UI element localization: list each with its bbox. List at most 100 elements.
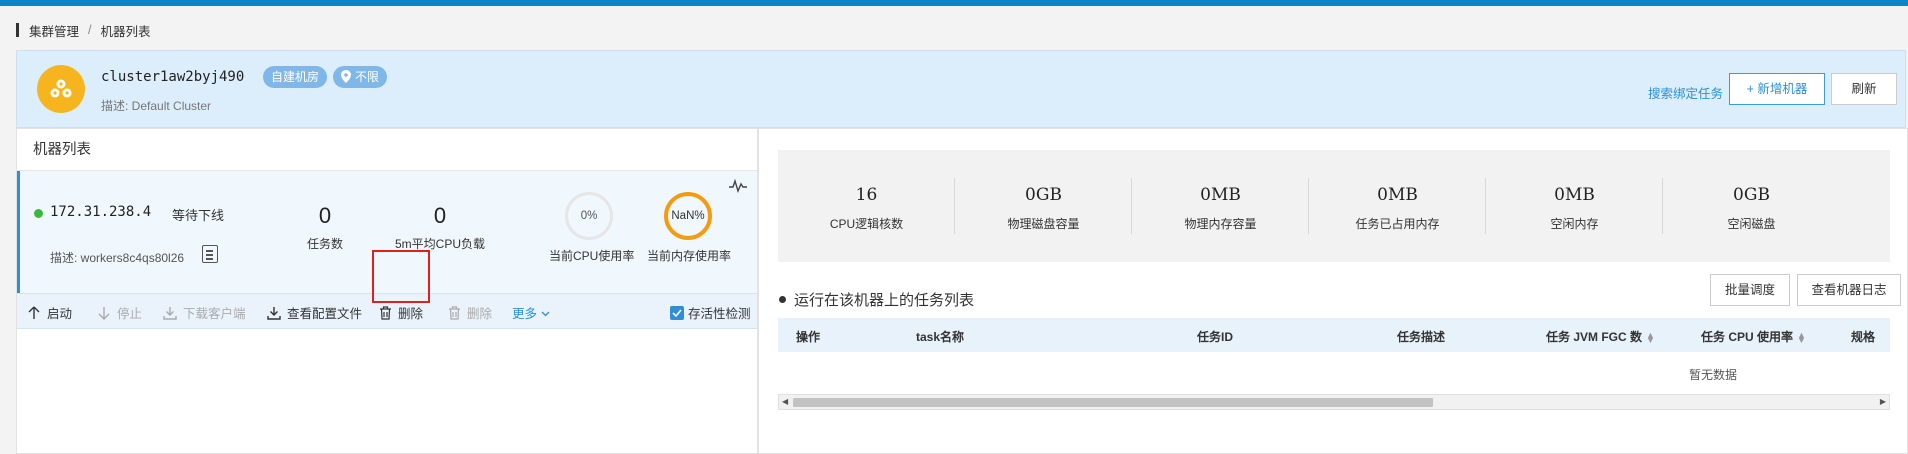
cpu-usage-value: 0% [580,210,598,222]
cluster-description: 描述: Default Cluster [101,99,212,113]
col-task-id: 任务ID [1197,330,1234,344]
add-machine-button[interactable]: + 新增机器 [1729,73,1825,105]
memory-usage-stat: 当前内存使用率 [646,247,732,264]
chevron-down-icon [541,306,550,320]
top-bar [0,0,1908,6]
horizontal-scrollbar[interactable]: ◀ ▶ [778,394,1890,410]
liveness-check-toggle[interactable]: 存活性检测 [670,303,751,322]
stop-button[interactable]: 停止 [97,303,142,322]
view-config-label: 查看配置文件 [287,307,363,321]
download-icon [163,306,177,320]
sort-icon: ▲ ▼ [1797,329,1806,345]
summary-cpu-cores-value: 16 [855,185,878,205]
cpu-usage-stat: 当前CPU使用率 [549,247,635,264]
view-config-button[interactable]: 查看配置文件 [267,303,362,322]
memory-usage-gauge: NaN% [664,192,712,240]
summary-disk-capacity-label: 物理磁盘容量 [1007,217,1080,231]
view-machine-log-button[interactable]: 查看机器日志 [1797,274,1901,306]
document-icon[interactable] [202,245,218,263]
cluster-header: cluster1aw2byj490 自建机房 不限 描述: Default Cl… [16,50,1906,128]
bullet-dot [779,296,786,303]
machine-list-panel: 机器列表 172.31.238.4 等待下线 描述: workers8c4qs8… [16,128,758,454]
summary-cpu-cores-label: CPU逻辑核数 [829,217,904,231]
status-dot [34,209,43,218]
upload-icon [27,306,41,320]
stop-label: 停止 [117,307,143,321]
checkbox-checked-icon [670,305,684,320]
summary-free-memory-label: 空闲内存 [1550,217,1599,231]
more-dropdown[interactable]: 更多 [512,303,550,322]
start-button[interactable]: 启动 [27,303,72,322]
cluster-icon [37,65,85,113]
machine-list-title: 机器列表 [17,129,757,171]
trash-icon [378,305,392,320]
breadcrumb: 集群管理 / 机器列表 [16,21,151,40]
cluster-name: cluster1aw2byj490 [101,69,245,85]
col-cpu-usage[interactable]: 任务 CPU 使用率 ▲ ▼ [1701,328,1806,345]
location-pin-icon [341,68,351,90]
memory-usage-label: 当前内存使用率 [646,249,731,263]
summary-free-disk-label: 空闲磁盘 [1727,217,1776,231]
col-action: 操作 [796,330,821,344]
task-count-value: 0 [318,203,332,228]
delete-disabled-label: 删除 [467,307,493,321]
cpu-load-value: 0 [433,203,447,228]
summary-memory-capacity-value: 0MB [1200,185,1241,205]
scroll-right-icon[interactable]: ▶ [1880,395,1886,409]
summary-free-memory-value: 0MB [1554,185,1595,205]
scroll-left-icon[interactable]: ◀ [782,395,788,409]
tasks-title-text: 运行在该机器上的任务列表 [794,292,975,309]
region-tag-label: 不限 [355,70,380,84]
cpu-usage-label: 当前CPU使用率 [549,249,635,263]
empty-state: 暂无数据 [1689,368,1738,382]
batch-schedule-button[interactable]: 批量调度 [1710,274,1790,306]
summary-task-memory-value: 0MB [1377,185,1418,205]
start-label: 启动 [47,307,73,321]
summary-task-memory-label: 任务已占用内存 [1355,217,1440,231]
breadcrumb-current: 机器列表 [100,24,151,39]
summary-free-memory: 0MB 空闲内存 [1486,150,1663,262]
download-client-button[interactable]: 下载客户端 [163,303,246,322]
delete-disabled-button[interactable]: 删除 [447,303,492,322]
col-cpu-usage-label: 任务 CPU 使用率 [1701,330,1794,344]
breadcrumb-separator: / [88,23,92,37]
col-jvm-fgc[interactable]: 任务 JVM FGC 数 ▲ ▼ [1546,328,1655,345]
trash-icon [447,305,461,320]
cpu-load-label: 5m平均CPU负载 [395,237,486,251]
scrollbar-thumb[interactable] [793,398,1433,407]
summary-disk-capacity-value: 0GB [1025,185,1062,205]
config-file-icon [267,306,281,320]
machine-toolbar: 启动 停止 下载客户端 查看配置文件 删除 删除 更多 存活性检测 [17,293,757,329]
region-tag: 不限 [333,66,388,90]
breadcrumb-marker [16,23,19,37]
summary-disk-capacity: 0GB 物理磁盘容量 [955,150,1132,262]
col-spec: 规格 [1851,330,1876,344]
summary-free-disk: 0GB 空闲磁盘 [1663,150,1840,262]
cpu-load-stat: 0 5m平均CPU负载 [395,203,485,252]
summary-task-memory: 0MB 任务已占用内存 [1309,150,1486,262]
cpu-usage-gauge: 0% [565,192,613,240]
task-table-header: 操作 task名称 任务ID 任务描述 任务 JVM FGC 数 ▲ ▼ 任务 CP… [778,318,1890,352]
memory-usage-value: NaN% [671,210,705,222]
download-client-label: 下载客户端 [183,307,246,321]
refresh-button[interactable]: 刷新 [1831,73,1897,105]
search-bound-tasks-link[interactable]: 搜索绑定任务 [1648,83,1723,102]
breadcrumb-parent[interactable]: 集群管理 [29,21,79,40]
col-jvm-fgc-label: 任务 JVM FGC 数 [1546,330,1643,344]
task-count-stat: 0 任务数 [300,203,350,252]
download-arrow-icon [97,306,111,320]
machine-card[interactable]: 172.31.238.4 等待下线 描述: workers8c4qs80l26 … [17,171,757,293]
machine-state: 等待下线 [172,208,225,223]
summary-cpu-cores: 16 CPU逻辑核数 [778,150,955,262]
resource-summary: 16 CPU逻辑核数 0GB 物理磁盘容量 0MB 物理内存容量 0MB 任务已… [778,150,1890,262]
sort-icon: ▲ ▼ [1646,329,1655,345]
summary-memory-capacity: 0MB 物理内存容量 [1132,150,1309,262]
machine-description: 描述: workers8c4qs80l26 [50,251,185,265]
pulse-icon[interactable] [729,179,747,193]
tasks-section-title: 运行在该机器上的任务列表 [779,289,974,310]
col-task-desc: 任务描述 [1397,330,1446,344]
machine-ip: 172.31.238.4 [50,204,152,220]
delete-button[interactable]: 删除 [378,303,423,322]
delete-label: 删除 [398,307,424,321]
liveness-check-label: 存活性检测 [688,307,751,321]
